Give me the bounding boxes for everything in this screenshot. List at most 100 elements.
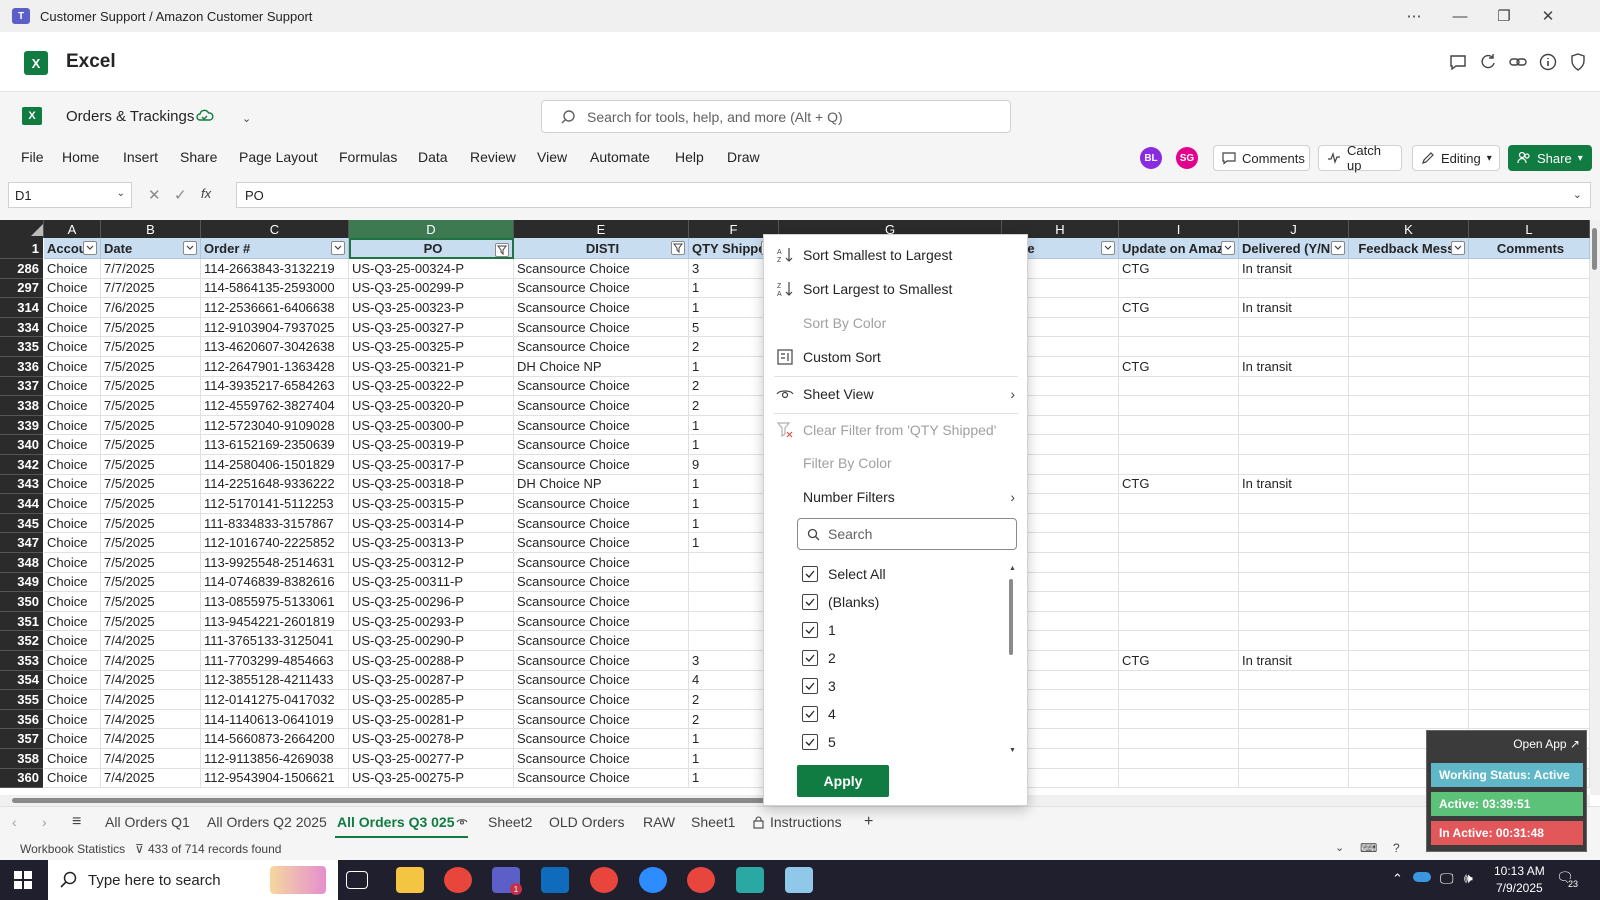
table-cell[interactable]	[1119, 611, 1239, 632]
table-cell[interactable]: 114-3935217-6584263	[201, 376, 349, 397]
table-cell[interactable]: US-Q3-25-00287-P	[349, 670, 514, 691]
table-cell[interactable]: Choice	[44, 396, 101, 416]
table-cell[interactable]: 112-3855128-4211433	[201, 670, 349, 691]
table-cell[interactable]: 113-4620607-3042638	[201, 337, 349, 357]
header-cell-i[interactable]: Update on Amaz	[1119, 238, 1239, 259]
table-cell[interactable]: 112-1016740-2225852	[201, 533, 349, 553]
filter-checkbox-item[interactable]: 2	[802, 646, 1050, 670]
table-cell[interactable]: In transit	[1239, 259, 1349, 279]
table-cell[interactable]	[1469, 396, 1590, 416]
filter-dropdown-icon[interactable]	[1221, 241, 1235, 255]
table-cell[interactable]: CTG	[1119, 298, 1239, 318]
table-cell[interactable]	[1239, 533, 1349, 553]
zoom-app-icon[interactable]	[639, 867, 667, 893]
table-cell[interactable]: US-Q3-25-00325-P	[349, 337, 514, 357]
table-cell[interactable]: Scansource Choice	[514, 455, 689, 475]
table-cell[interactable]	[1469, 572, 1590, 593]
filter-search-input[interactable]: Search	[797, 518, 1017, 550]
table-cell[interactable]: 112-2647901-1363428	[201, 357, 349, 377]
column-header-e[interactable]: E	[514, 220, 689, 238]
menu-formulas[interactable]: Formulas	[339, 149, 397, 165]
table-cell[interactable]: 112-2536661-6406638	[201, 298, 349, 318]
table-cell[interactable]: US-Q3-25-00324-P	[349, 259, 514, 279]
table-cell[interactable]: 7/5/2025	[101, 572, 201, 593]
table-cell[interactable]: Scansource Choice	[514, 709, 689, 730]
table-cell[interactable]: US-Q3-25-00281-P	[349, 709, 514, 730]
table-cell[interactable]	[1239, 592, 1349, 612]
table-cell[interactable]: CTG	[1119, 651, 1239, 671]
table-cell[interactable]: Choice	[44, 749, 101, 769]
table-cell[interactable]: Choice	[44, 709, 101, 730]
table-cell[interactable]	[1349, 455, 1469, 475]
table-cell[interactable]	[1119, 396, 1239, 416]
select-all-corner-triangle[interactable]	[0, 220, 44, 238]
row-header[interactable]: 360	[0, 768, 43, 789]
row-header[interactable]: 334	[0, 317, 43, 338]
chrome-profile-icon[interactable]	[590, 867, 618, 893]
filter-active-icon[interactable]	[671, 241, 685, 255]
table-cell[interactable]	[1349, 533, 1469, 553]
table-cell[interactable]: 113-0855975-5133061	[201, 592, 349, 612]
table-cell[interactable]: Scansource Choice	[514, 572, 689, 593]
column-header-j[interactable]: J	[1239, 220, 1349, 238]
table-cell[interactable]	[1469, 533, 1590, 553]
table-cell[interactable]: US-Q3-25-00319-P	[349, 435, 514, 455]
table-cell[interactable]: Choice	[44, 474, 101, 495]
open-app-link[interactable]: Open App ↗	[1513, 737, 1580, 751]
table-cell[interactable]	[1349, 396, 1469, 416]
table-cell[interactable]	[1119, 690, 1239, 710]
table-cell[interactable]	[1239, 729, 1349, 749]
horizontal-scroll-thumb[interactable]	[12, 798, 772, 803]
table-cell[interactable]: Choice	[44, 415, 101, 436]
table-cell[interactable]: Scansource Choice	[514, 259, 689, 279]
table-cell[interactable]	[1349, 690, 1469, 710]
table-cell[interactable]: 111-7703299-4854663	[201, 651, 349, 671]
table-cell[interactable]: 112-5723040-9109028	[201, 415, 349, 436]
table-cell[interactable]	[1349, 553, 1469, 573]
table-cell[interactable]: 7/5/2025	[101, 435, 201, 455]
table-cell[interactable]	[1469, 611, 1590, 632]
table-cell[interactable]: In transit	[1239, 651, 1349, 671]
table-cell[interactable]: US-Q3-25-00299-P	[349, 278, 514, 299]
checkbox-checked-icon[interactable]	[802, 706, 818, 722]
avatar-bl[interactable]: BL	[1140, 147, 1162, 169]
menu-help[interactable]: Help	[675, 149, 704, 165]
header-cell-l[interactable]: Comments	[1469, 238, 1590, 259]
table-cell[interactable]: US-Q3-25-00296-P	[349, 592, 514, 612]
table-cell[interactable]: Choice	[44, 337, 101, 357]
table-cell[interactable]: 7/4/2025	[101, 651, 201, 671]
filter-dropdown-icon[interactable]	[1451, 241, 1465, 255]
row-header[interactable]: 339	[0, 415, 43, 436]
row-header[interactable]: 354	[0, 670, 43, 691]
table-cell[interactable]: 7/5/2025	[101, 415, 201, 436]
filter-checkbox-item[interactable]: Select All	[802, 562, 1050, 586]
table-cell[interactable]: 111-8334833-3157867	[201, 513, 349, 534]
table-cell[interactable]: Choice	[44, 298, 101, 318]
volume-icon[interactable]: 🕪	[1464, 870, 1473, 887]
table-cell[interactable]: 111-3765133-3125041	[201, 631, 349, 651]
table-cell[interactable]	[1349, 298, 1469, 318]
table-cell[interactable]: Choice	[44, 670, 101, 691]
table-cell[interactable]: CTG	[1119, 259, 1239, 279]
sort-descending-item[interactable]: ZA Sort Largest to Smallest	[764, 274, 1027, 304]
filter-checkbox-item[interactable]: 3	[802, 674, 1050, 698]
table-cell[interactable]: Choice	[44, 768, 101, 789]
custom-sort-item[interactable]: Custom Sort	[764, 342, 1027, 372]
header-cell-d[interactable]: PO	[349, 238, 514, 259]
close-icon[interactable]: ✕	[1526, 0, 1570, 32]
table-cell[interactable]: 7/5/2025	[101, 455, 201, 475]
column-header-d[interactable]: D	[349, 220, 514, 238]
task-view-icon[interactable]	[346, 871, 368, 889]
row-header[interactable]: 357	[0, 729, 43, 749]
restore-icon[interactable]: ❐	[1482, 0, 1526, 32]
table-cell[interactable]	[1469, 709, 1590, 730]
filter-dropdown-icon[interactable]	[83, 241, 97, 255]
table-cell[interactable]: 114-2663843-3132219	[201, 259, 349, 279]
table-cell[interactable]	[1239, 337, 1349, 357]
table-cell[interactable]	[1119, 592, 1239, 612]
row-header[interactable]: 335	[0, 337, 43, 357]
row-header[interactable]: 314	[0, 298, 43, 318]
table-cell[interactable]	[1349, 259, 1469, 279]
catch-up-button[interactable]: Catch up	[1318, 143, 1402, 173]
table-cell[interactable]	[1349, 611, 1469, 632]
